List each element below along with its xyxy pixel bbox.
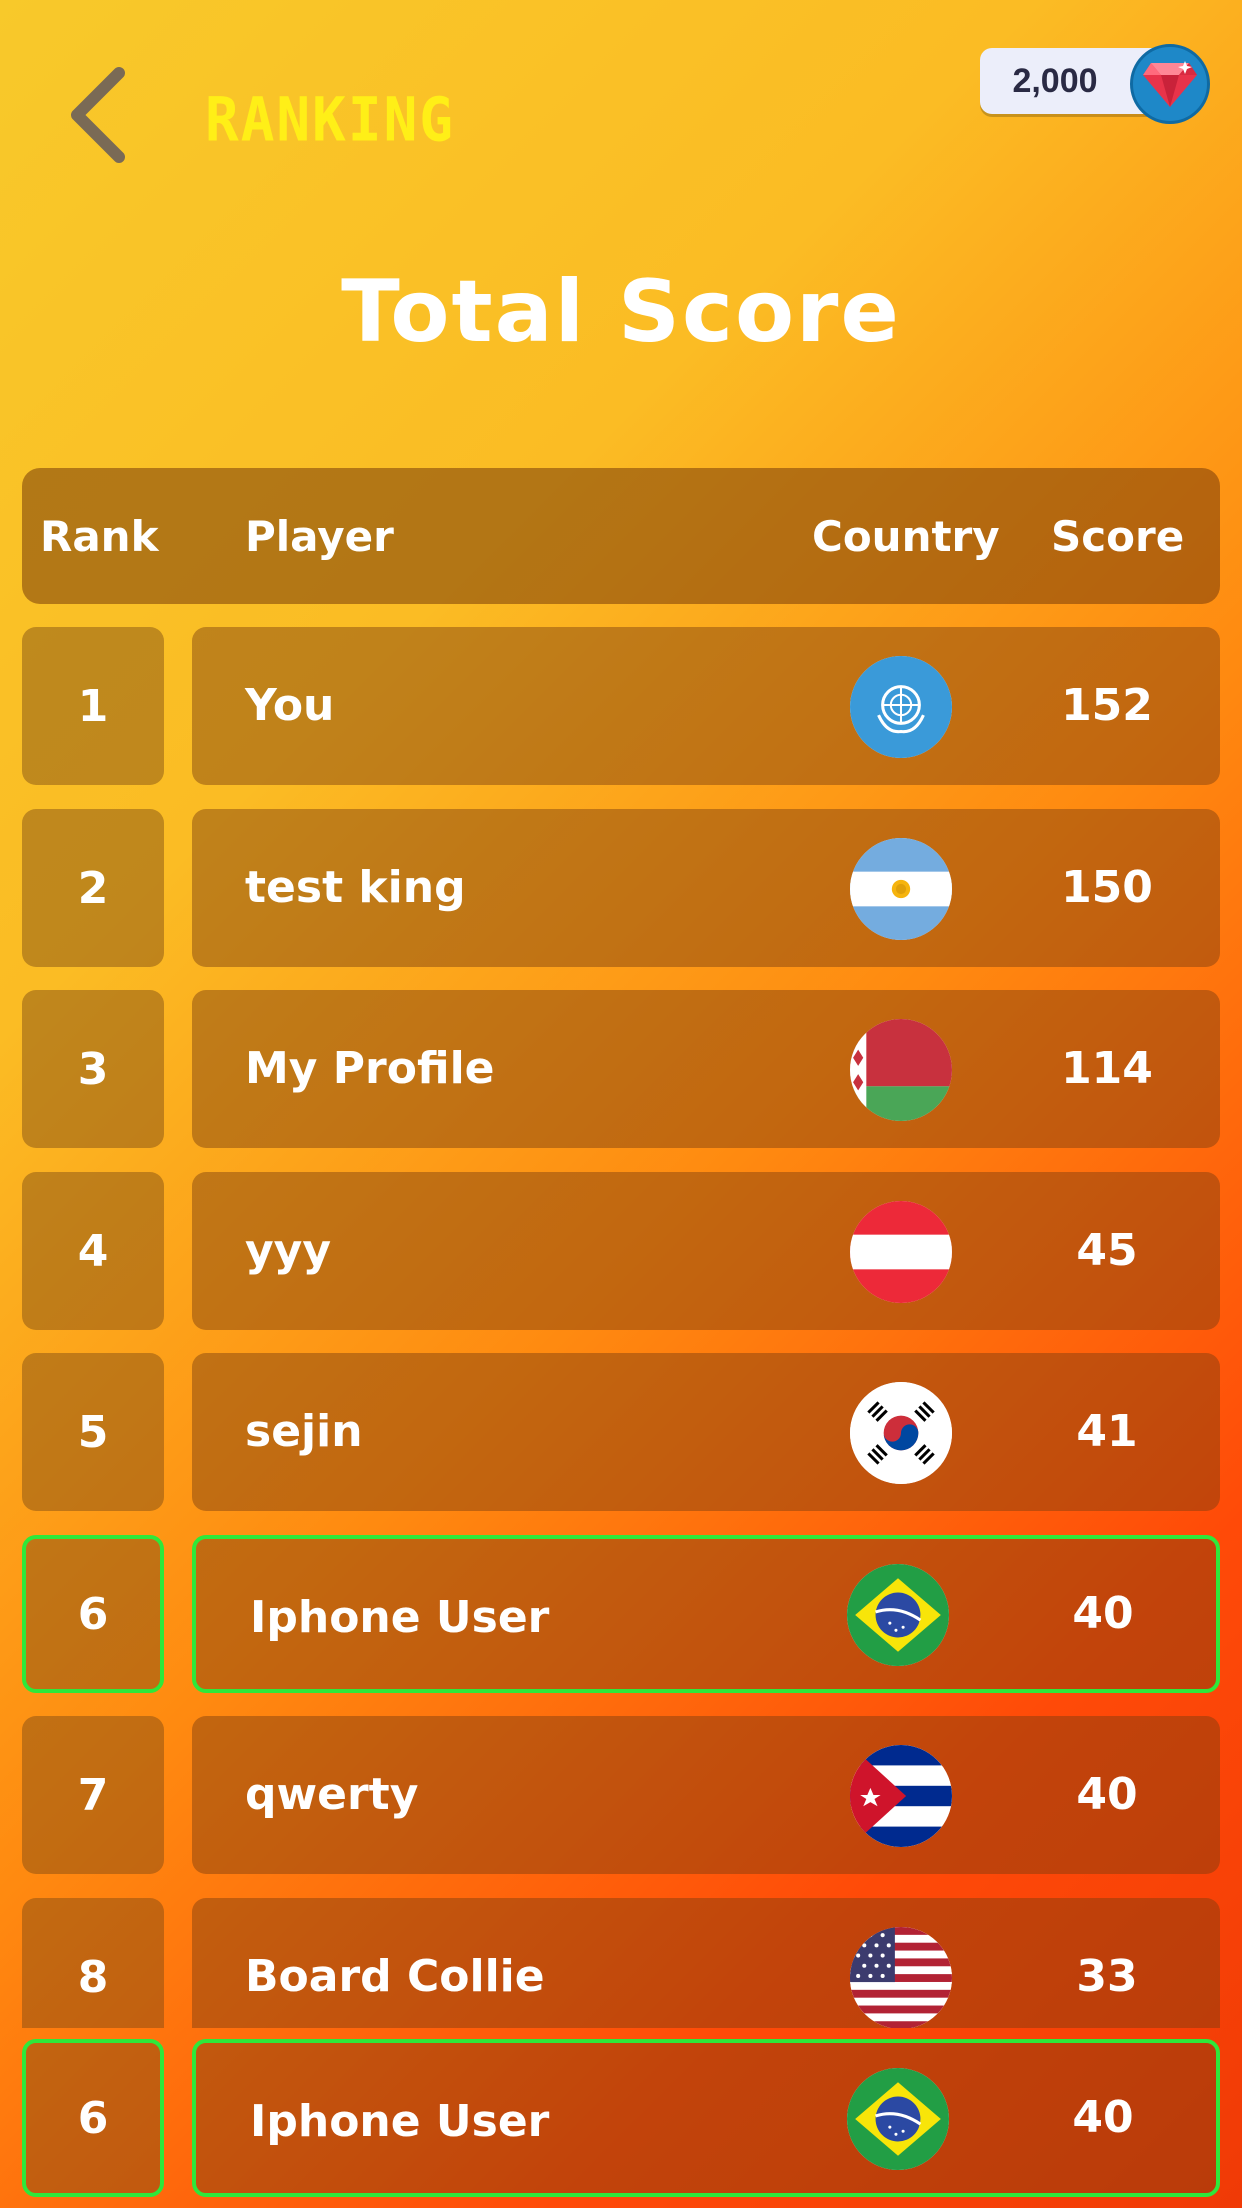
table-row[interactable]: 3 My Profile 114 (0, 990, 1242, 1148)
score-value: 40 (1076, 1769, 1138, 1820)
score-value: 45 (1076, 1225, 1138, 1276)
table-row-current-user[interactable]: 6 Iphone User 40 (0, 1535, 1242, 1693)
player-cell: test king 150 (192, 809, 1220, 967)
player-name: Iphone User (250, 2096, 550, 2147)
argentina-flag-icon (850, 838, 952, 940)
score-value: 152 (1061, 680, 1153, 731)
current-user-sticky-row[interactable]: 6 Iphone User 40 (0, 2039, 1242, 2197)
usa-flag-icon (850, 1927, 952, 2028)
rank-cell: 8 (22, 1898, 164, 2028)
table-row[interactable]: 4 yyy 45 (0, 1172, 1242, 1330)
score-value: 40 (1072, 1588, 1134, 1639)
player-name: sejin (245, 1406, 363, 1457)
rank-cell: 4 (22, 1172, 164, 1330)
table-row[interactable]: 7 qwerty 40 (0, 1716, 1242, 1874)
cuba-flag-icon (850, 1745, 952, 1847)
brazil-flag-icon (847, 2068, 949, 2170)
player-name: test king (245, 862, 466, 913)
score-value: 150 (1061, 862, 1153, 913)
united-nations-flag-icon (850, 656, 952, 758)
player-cell: sejin 41 (192, 1353, 1220, 1511)
rank-cell: 6 (22, 1535, 164, 1693)
player-cell: Iphone User 40 (192, 2039, 1220, 2197)
brazil-flag-icon (847, 1564, 949, 1666)
table-row[interactable]: 8 Board Collie 33 (0, 1898, 1242, 2028)
score-value: 33 (1076, 1951, 1138, 2002)
player-name: My Profile (245, 1043, 495, 1094)
austria-flag-icon (850, 1201, 952, 1303)
player-name: Board Collie (245, 1951, 545, 2002)
rank-cell: 6 (22, 2039, 164, 2197)
player-name: yyy (245, 1225, 332, 1276)
player-cell: You 152 (192, 627, 1220, 785)
player-cell: Board Collie 33 (192, 1898, 1220, 2028)
rank-cell: 1 (22, 627, 164, 785)
rank-cell: 3 (22, 990, 164, 1148)
table-row[interactable]: 5 sejin 41 (0, 1353, 1242, 1511)
player-cell: yyy 45 (192, 1172, 1220, 1330)
score-value: 114 (1061, 1043, 1153, 1094)
player-name: qwerty (245, 1769, 419, 1820)
south-korea-flag-icon (850, 1382, 952, 1484)
score-value: 41 (1076, 1406, 1138, 1457)
player-name: Iphone User (250, 1592, 550, 1643)
player-name: You (245, 680, 335, 731)
rank-cell: 5 (22, 1353, 164, 1511)
player-cell: Iphone User 40 (192, 1535, 1220, 1693)
score-value: 40 (1072, 2092, 1134, 2143)
player-cell: qwerty 40 (192, 1716, 1220, 1874)
ranking-list[interactable]: 1 You 152 2 test king 150 3 My Profile 1… (0, 0, 1242, 2028)
table-row[interactable]: 2 test king 150 (0, 809, 1242, 967)
belarus-flag-icon (850, 1019, 952, 1121)
table-row[interactable]: 1 You 152 (0, 627, 1242, 785)
player-cell: My Profile 114 (192, 990, 1220, 1148)
rank-cell: 7 (22, 1716, 164, 1874)
rank-cell: 2 (22, 809, 164, 967)
